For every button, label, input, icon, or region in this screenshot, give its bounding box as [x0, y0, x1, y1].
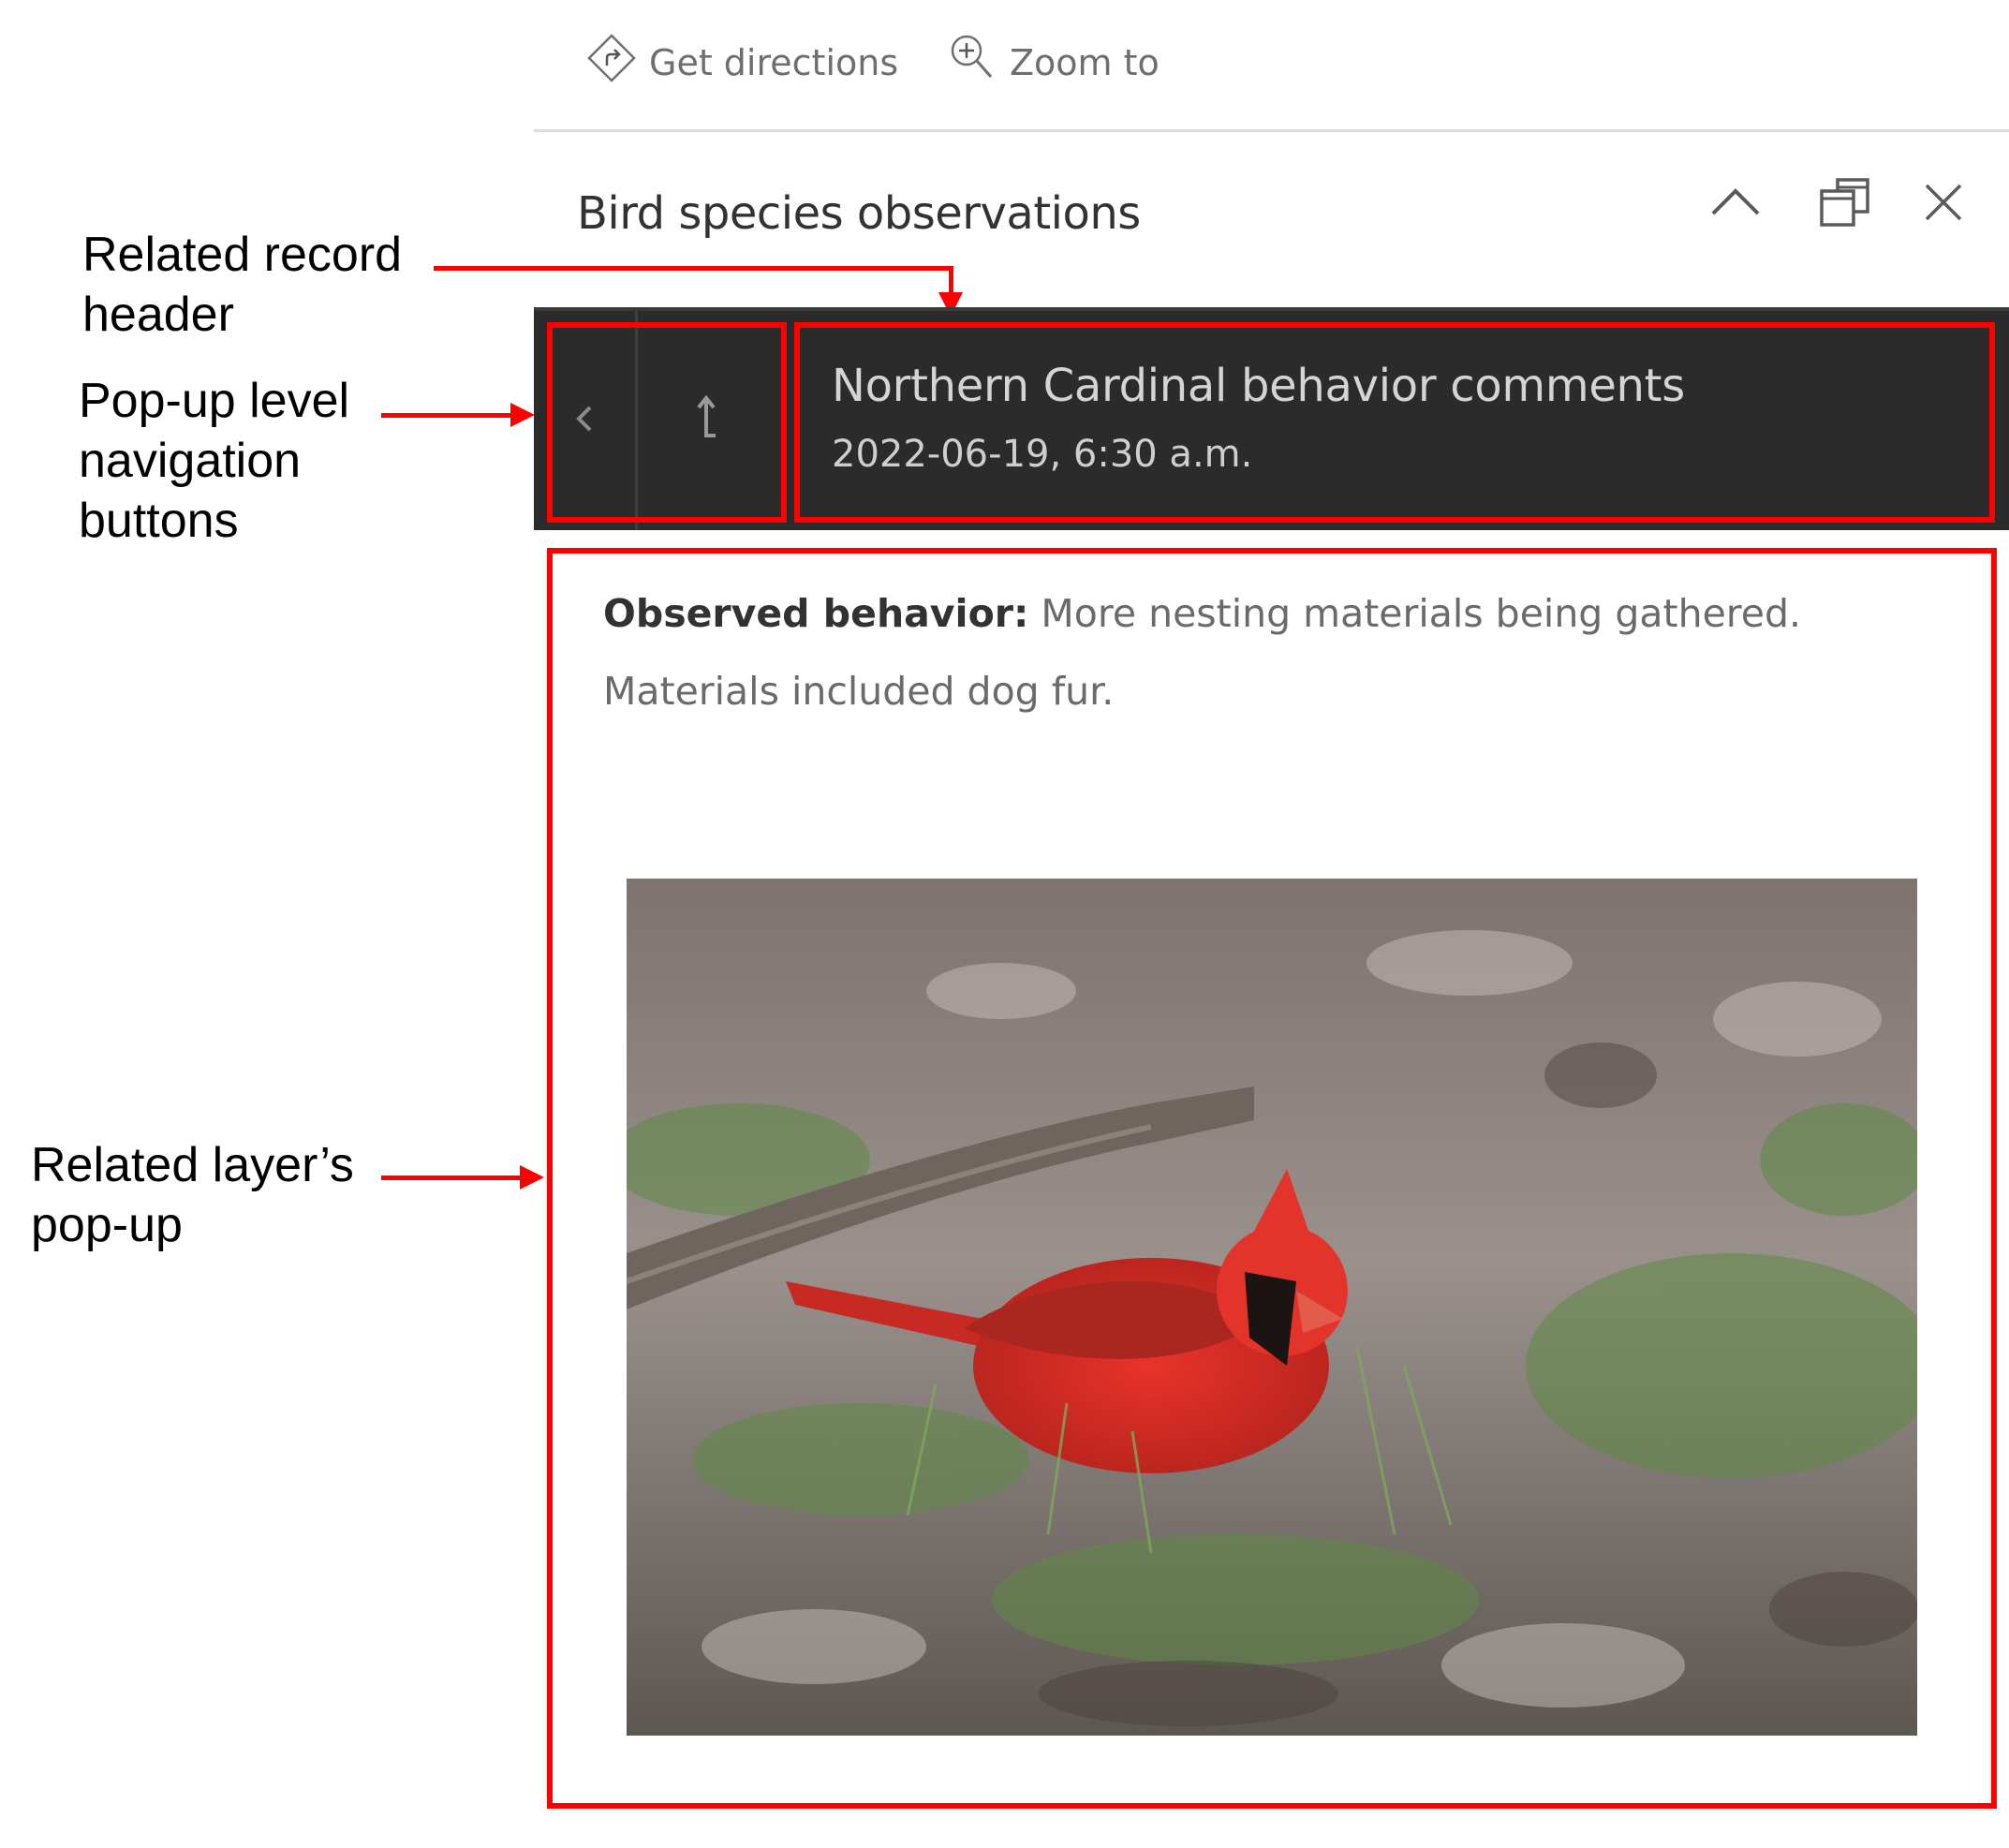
annotation-related-layer-popup: Related layer’s pop-up	[31, 1138, 354, 1252]
close-button[interactable]	[1911, 176, 1976, 232]
related-record-header-bar: Northern Cardinal behavior comments 2022…	[534, 307, 2009, 530]
up-level-button[interactable]	[638, 311, 774, 530]
related-record-title: Northern Cardinal behavior comments	[832, 360, 1685, 412]
popup-content-text: Observed behavior: More nesting material…	[603, 575, 1952, 731]
zoom-to-button[interactable]: Zoom to	[946, 32, 1160, 93]
back-button[interactable]	[534, 311, 635, 530]
dock-button[interactable]	[1812, 176, 1878, 232]
chevron-up-icon	[1709, 184, 1762, 225]
annotation-popup-level-navigation: Pop-up level navigation buttons	[79, 374, 350, 548]
zoom-in-icon	[946, 32, 1010, 93]
get-directions-label: Get directions	[649, 41, 899, 83]
annotation-related-record-header: Related record header	[82, 228, 403, 342]
cardinal-photo	[627, 879, 1917, 1736]
arrow-popup-level-navigation	[381, 413, 512, 418]
field-label-observed-behavior: Observed behavior:	[603, 591, 1029, 636]
get-directions-button[interactable]: Get directions	[585, 32, 898, 93]
arrow-related-layer-popup	[381, 1175, 522, 1180]
arrow-related-record-header	[434, 266, 953, 271]
popup-actions-bar: Get directions Zoom to	[534, 0, 2009, 132]
arrow-related-record-header-drop	[949, 266, 953, 294]
arrow-head-right	[510, 403, 535, 427]
related-record-date: 2022-06-19, 6:30 a.m.	[832, 433, 1253, 476]
zoom-to-label: Zoom to	[1010, 41, 1160, 83]
directions-icon	[585, 32, 649, 93]
collapse-button[interactable]	[1703, 176, 1768, 232]
close-icon	[1921, 180, 1966, 229]
dock-windows-icon	[1819, 176, 1871, 232]
chevron-left-icon	[573, 400, 596, 441]
popup-title: Bird species observations	[577, 187, 1141, 240]
up-level-arrow-icon	[687, 391, 725, 451]
arrow-head-right	[520, 1165, 544, 1190]
